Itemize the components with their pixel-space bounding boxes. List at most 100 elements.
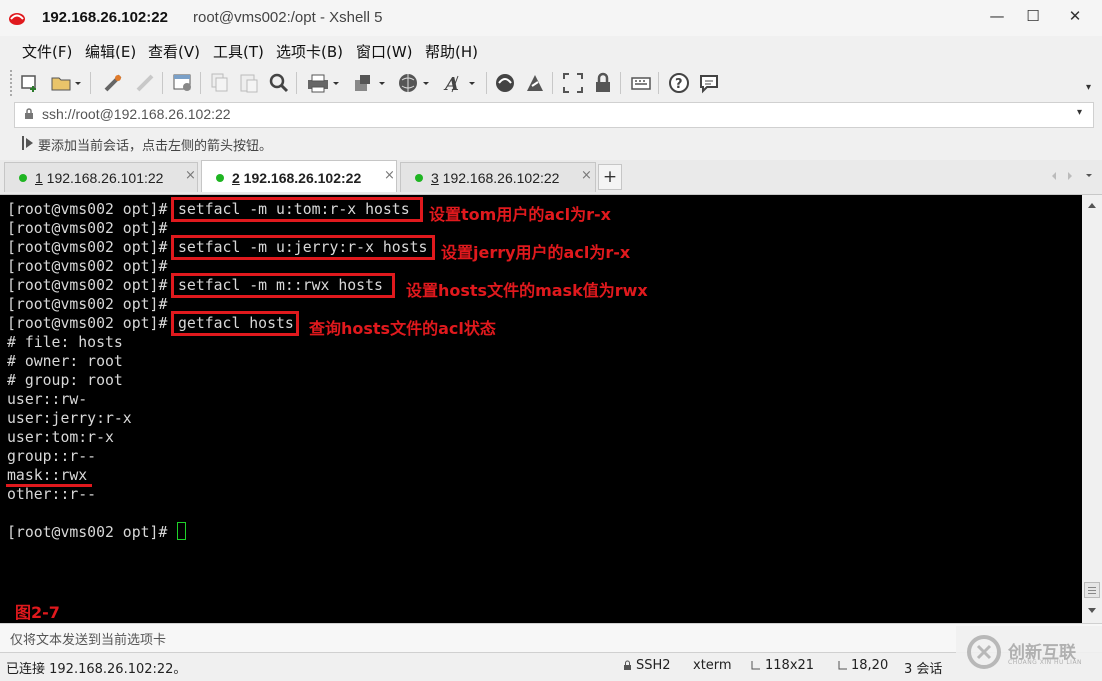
fullscreen-icon[interactable] — [560, 71, 586, 95]
tab-scroll-arrows-icon[interactable] — [1050, 171, 1094, 181]
connected-indicator-icon — [415, 174, 423, 182]
hint-text: 要添加当前会话，点击左侧的箭头按钮。 — [38, 139, 273, 154]
terminal-line: other::r-- — [7, 486, 97, 503]
close-button[interactable]: ✕ — [1060, 4, 1090, 28]
menu-tools[interactable]: 工具(T) — [213, 41, 264, 62]
tab-session-3[interactable]: 3 192.168.26.102:22 × — [400, 162, 596, 192]
xshell-logo-icon — [9, 13, 25, 25]
annotation-label: 设置hosts文件的mask值为rwx — [406, 281, 648, 300]
menu-tabs[interactable]: 选项卡(B) — [276, 41, 343, 62]
watermark-logo-icon — [967, 635, 1001, 669]
watermark-subtext: CHUANG XIN HU LIAN — [1008, 659, 1083, 666]
address-lock-icon — [25, 108, 33, 119]
tab-label: 192.168.26.101:22 — [42, 170, 164, 186]
terminal-line: # group: root — [7, 372, 123, 389]
terminal-line: [root@vms002 opt]# — [7, 277, 168, 294]
scroll-down-icon[interactable] — [1086, 606, 1098, 616]
menu-edit[interactable]: 编辑(E) — [85, 41, 136, 62]
tab-close-icon[interactable]: × — [384, 168, 395, 183]
menu-window[interactable]: 窗口(W) — [356, 41, 413, 62]
find-icon[interactable] — [266, 71, 292, 95]
disconnect-icon[interactable] — [132, 71, 158, 95]
size-icon — [751, 661, 760, 670]
scrollbar-thumb[interactable] — [1084, 582, 1100, 598]
annotation-label: 设置jerry用户的acl为r-x — [441, 243, 631, 262]
open-folder-icon[interactable] — [48, 71, 84, 95]
xftp-icon[interactable] — [492, 71, 518, 95]
annotation-label: 设置tom用户的acl为r-x — [429, 205, 611, 224]
tab-session-2[interactable]: 2 192.168.26.102:22 × — [201, 160, 397, 192]
tab-session-1[interactable]: 1 192.168.26.101:22 × — [4, 162, 198, 192]
address-text[interactable]: ssh://root@192.168.26.102:22 — [42, 106, 231, 122]
properties-icon[interactable] — [170, 71, 196, 95]
toolbar-overflow-icon[interactable]: ▾ — [1086, 82, 1091, 93]
terminal-scrollbar[interactable] — [1082, 195, 1102, 623]
menu-help[interactable]: 帮助(H) — [425, 41, 478, 62]
terminal-line: group::r-- — [7, 448, 97, 465]
new-tab-button[interactable]: + — [598, 164, 622, 190]
tab-close-icon[interactable]: × — [581, 168, 592, 183]
command-text: getfacl hosts — [178, 315, 294, 332]
command-text: setfacl -m m::rwx hosts — [178, 277, 383, 294]
transfer-icon[interactable] — [350, 71, 390, 95]
terminal-line: [root@vms002 opt]# — [7, 258, 168, 275]
help-icon[interactable]: ? — [666, 71, 692, 95]
compose-placeholder: 仅将文本发送到当前选项卡 — [10, 633, 167, 648]
maximize-button[interactable]: ☐ — [1018, 4, 1048, 28]
connected-indicator-icon — [216, 174, 224, 182]
terminal-line: [root@vms002 opt]# — [7, 201, 168, 218]
terminal-line: user:jerry:r-x — [7, 410, 132, 427]
terminal-line: [root@vms002 opt]# — [7, 315, 168, 332]
command-text: setfacl -m u:jerry:r-x hosts — [178, 239, 428, 256]
annotation-label: 查询hosts文件的acl状态 — [309, 319, 496, 338]
paste-icon[interactable] — [236, 71, 262, 95]
cursor-position: 18,20 — [851, 658, 889, 673]
terminal-line: # owner: root — [7, 353, 123, 370]
window-title: root@vms002:/opt - Xshell 5 — [193, 9, 383, 26]
globe-icon[interactable] — [394, 71, 434, 95]
tab-label: 192.168.26.102:22 — [438, 170, 560, 186]
reconnect-icon[interactable] — [100, 71, 126, 95]
session-count: 3 会话 — [904, 662, 943, 677]
connected-indicator-icon — [19, 174, 27, 182]
xmanager-icon[interactable] — [522, 71, 548, 95]
terminal-line: user::rw- — [7, 391, 88, 408]
terminal-line: mask::rwx — [7, 467, 88, 484]
mask-underline — [6, 484, 92, 487]
figure-label: 图2-7 — [15, 603, 60, 622]
terminal-line: user:tom:r-x — [7, 429, 114, 446]
tab-number: 2 — [232, 170, 240, 186]
new-session-icon[interactable] — [18, 71, 42, 95]
add-session-arrow-icon[interactable] — [22, 135, 34, 151]
address-dropdown-icon[interactable]: ▾ — [1077, 107, 1082, 118]
keyboard-icon[interactable] — [628, 71, 654, 95]
menu-file[interactable]: 文件(F) — [22, 41, 72, 62]
lock-icon[interactable] — [590, 71, 616, 95]
protocol-indicator: SSH2 — [636, 658, 671, 673]
minimize-button[interactable]: — — [982, 4, 1012, 28]
scroll-up-icon[interactable] — [1086, 200, 1098, 210]
command-text: setfacl -m u:tom:r-x hosts — [178, 201, 410, 218]
print-icon[interactable] — [304, 71, 344, 95]
font-icon[interactable]: A — [440, 71, 480, 95]
status-lock-icon — [624, 660, 631, 670]
terminal-line: [root@vms002 opt]# — [7, 524, 168, 541]
copy-icon[interactable] — [206, 71, 232, 95]
connection-status: 已连接 192.168.26.102:22。 — [6, 662, 187, 677]
chat-icon[interactable] — [696, 71, 722, 95]
tab-close-icon[interactable]: × — [185, 168, 196, 183]
menu-view[interactable]: 查看(V) — [148, 41, 200, 62]
terminal-cursor — [177, 522, 186, 540]
tab-number: 1 — [35, 170, 43, 186]
toolbar-grip — [10, 70, 14, 96]
window-title-host: 192.168.26.102:22 — [42, 9, 168, 26]
terminal-line: [root@vms002 opt]# — [7, 296, 168, 313]
watermark: 创新互联 CHUANG XIN HU LIAN — [956, 626, 1102, 680]
svg-text:?: ? — [675, 77, 683, 92]
terminal-line: [root@vms002 opt]# — [7, 220, 168, 237]
terminal-size: 118x21 — [765, 658, 815, 673]
terminal-type: xterm — [693, 658, 732, 673]
cursor-position-icon — [838, 661, 847, 670]
tab-label: 192.168.26.102:22 — [239, 170, 362, 186]
terminal-line: # file: hosts — [7, 334, 123, 351]
